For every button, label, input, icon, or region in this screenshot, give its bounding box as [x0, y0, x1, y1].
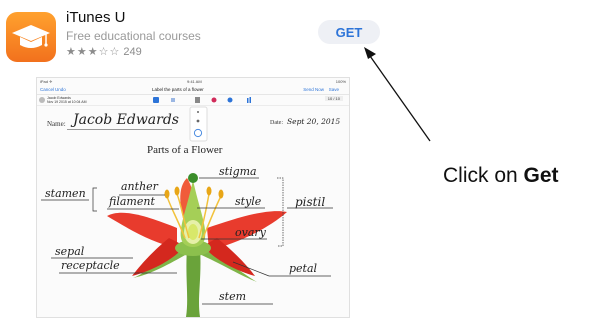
label-sepal: sepal	[55, 245, 85, 258]
label-stem: stem	[219, 290, 247, 303]
label-ovary: ovary	[235, 226, 266, 239]
label-receptacle: receptacle	[61, 259, 120, 272]
graduation-cap-icon	[12, 25, 50, 48]
instruction-text: Click on Get	[443, 164, 559, 188]
app-subtitle: Free educational courses	[66, 29, 201, 43]
label-stigma: stigma	[219, 165, 257, 178]
instruction-emphasis: Get	[523, 164, 559, 187]
app-preview-screenshot: iPad ✈ 9:41 AM 100% Cancel Undo Label th…	[36, 77, 350, 318]
itunes-u-app-icon	[6, 12, 56, 62]
app-name: iTunes U	[66, 9, 126, 26]
label-pistil: pistil	[295, 195, 326, 209]
get-button[interactable]: GET	[318, 20, 380, 44]
label-petal: petal	[289, 262, 318, 275]
label-style: style	[235, 195, 262, 208]
label-filament: filament	[109, 195, 155, 208]
instruction-prefix: Click on	[443, 164, 524, 187]
label-anther: anther	[121, 180, 158, 193]
rating-stars: ★★★☆☆	[66, 46, 121, 58]
rating-count: 249	[123, 46, 142, 58]
app-rating: ★★★☆☆ 249	[66, 45, 142, 58]
label-stamen: stamen	[45, 187, 86, 200]
